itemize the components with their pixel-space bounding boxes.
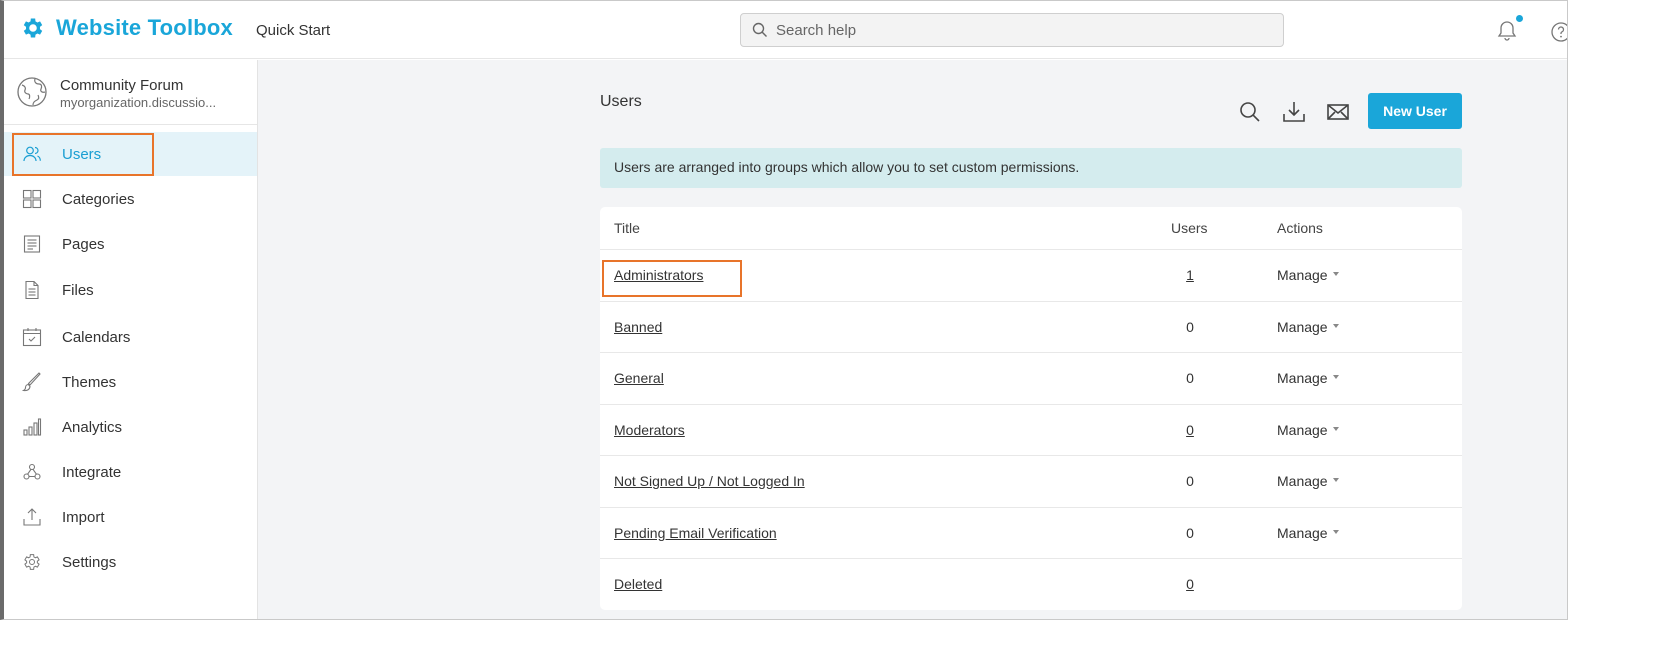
- org-switcher[interactable]: Community Forum myorganization.discussio…: [4, 60, 257, 125]
- user-count: 0: [1186, 524, 1194, 541]
- search-icon[interactable]: [1238, 100, 1262, 124]
- table-row: Pending Email Verification 0 Manage: [600, 506, 1462, 559]
- sidebar-item-label: Calendars: [62, 328, 131, 346]
- search-box[interactable]: [740, 13, 1284, 47]
- help-icon[interactable]: [1550, 21, 1568, 43]
- sidebar-item-calendars[interactable]: Calendars: [4, 315, 257, 359]
- quick-start-link[interactable]: Quick Start: [256, 22, 330, 39]
- group-title-link[interactable]: Deleted: [614, 576, 662, 592]
- manage-label: Manage: [1277, 421, 1328, 438]
- sidebar-item-label: Settings: [62, 553, 117, 571]
- table-row: Administrators 1 Manage: [600, 249, 1462, 301]
- caret-down-icon: [1332, 323, 1339, 328]
- user-count: 0: [1186, 370, 1194, 386]
- table-row: General 0 Manage: [600, 352, 1462, 404]
- group-title-link[interactable]: Banned: [614, 319, 662, 335]
- manage-dropdown[interactable]: Manage: [1277, 473, 1339, 489]
- manage-dropdown[interactable]: Manage: [1277, 525, 1339, 541]
- manage-dropdown[interactable]: Manage: [1277, 319, 1339, 335]
- manage-label: Manage: [1277, 267, 1328, 283]
- brand-logo[interactable]: Website Toolbox: [20, 15, 233, 41]
- caret-down-icon: [1332, 375, 1339, 380]
- gear-icon: [23, 18, 43, 38]
- sidebar-item-integrate[interactable]: Integrate: [4, 450, 257, 494]
- search-icon: [752, 22, 767, 37]
- group-title-link[interactable]: Administrators: [614, 267, 703, 283]
- user-count: 0: [1186, 473, 1194, 489]
- sidebar-item-label: Import: [62, 508, 105, 526]
- sidebar-item-categories[interactable]: Categories: [4, 177, 257, 221]
- manage-label: Manage: [1277, 318, 1328, 335]
- page-icon: [23, 235, 41, 253]
- sidebar-item-files[interactable]: Files: [4, 268, 257, 312]
- table-row: Moderators 0 Manage: [600, 403, 1462, 456]
- sidebar-item-label: Pages: [62, 235, 105, 253]
- bell-icon[interactable]: [1496, 19, 1518, 41]
- caret-down-icon: [1332, 272, 1339, 277]
- app-window: Website Toolbox Quick Start C: [0, 0, 1568, 620]
- table-row: Banned 0 Manage: [600, 300, 1462, 353]
- group-title-link[interactable]: General: [614, 370, 664, 386]
- sidebar-item-themes[interactable]: Themes: [4, 360, 257, 404]
- user-count: 0: [1186, 318, 1194, 335]
- sidebar-item-settings[interactable]: Settings: [4, 540, 257, 584]
- search-input[interactable]: [776, 21, 1256, 39]
- sidebar-item-label: Integrate: [62, 463, 122, 481]
- sidebar: Community Forum myorganization.discussio…: [4, 60, 258, 619]
- top-bar: Website Toolbox Quick Start: [4, 1, 1567, 59]
- info-banner: Users are arranged into groups which all…: [600, 148, 1462, 188]
- group-title-link[interactable]: Pending Email Verification: [614, 525, 777, 541]
- sidebar-item-import[interactable]: Import: [4, 495, 257, 539]
- table-row: Deleted 0: [600, 558, 1462, 610]
- bar-chart-icon: [23, 418, 42, 436]
- manage-dropdown[interactable]: Manage: [1277, 422, 1339, 438]
- sidebar-item-analytics[interactable]: Analytics: [4, 405, 257, 449]
- column-header-actions: Actions: [1277, 220, 1323, 236]
- grid-icon: [22, 189, 42, 209]
- mail-icon[interactable]: [1326, 100, 1350, 124]
- user-count-link[interactable]: 0: [1180, 422, 1200, 438]
- sidebar-item-label: Users: [62, 145, 102, 163]
- sidebar-item-users[interactable]: Users: [4, 132, 257, 176]
- org-url: myorganization.discussio...: [60, 95, 217, 110]
- group-title-link[interactable]: Moderators: [614, 422, 685, 438]
- column-header-title: Title: [614, 220, 640, 236]
- upload-icon: [23, 508, 41, 526]
- sidebar-item-label: Themes: [62, 373, 117, 391]
- user-count-link[interactable]: 1: [1180, 267, 1200, 283]
- brush-icon: [22, 372, 41, 392]
- manage-dropdown[interactable]: Manage: [1277, 370, 1339, 386]
- org-title: Community Forum: [60, 77, 184, 94]
- calendar-icon: [22, 328, 42, 347]
- sidebar-item-label: Files: [62, 281, 94, 299]
- users-icon: [23, 146, 41, 162]
- table-row: Not Signed Up / Not Logged In 0 Manage: [600, 455, 1462, 507]
- manage-label: Manage: [1277, 370, 1328, 386]
- globe-icon: [17, 77, 47, 107]
- sidebar-item-label: Analytics: [62, 418, 123, 436]
- page-title: Users: [600, 93, 642, 110]
- caret-down-icon: [1332, 478, 1339, 483]
- manage-dropdown[interactable]: Manage: [1277, 267, 1339, 283]
- groups-table: Title Users Actions Administrators 1 Man…: [600, 207, 1462, 610]
- notification-dot: [1516, 15, 1523, 22]
- user-count-link[interactable]: 0: [1180, 576, 1200, 592]
- new-user-button[interactable]: New User: [1368, 93, 1462, 129]
- sidebar-item-label: Categories: [62, 190, 135, 208]
- download-icon[interactable]: [1282, 100, 1306, 124]
- main-content: Users New User Users are arranged into g…: [258, 60, 1567, 619]
- caret-down-icon: [1332, 529, 1339, 534]
- manage-label: Manage: [1277, 473, 1328, 489]
- webhook-icon: [23, 463, 41, 480]
- caret-down-icon: [1332, 426, 1339, 431]
- sidebar-item-pages[interactable]: Pages: [4, 222, 257, 266]
- file-icon: [25, 280, 39, 300]
- manage-label: Manage: [1277, 524, 1328, 541]
- column-header-users: Users: [1171, 220, 1208, 236]
- brand-name: Website Toolbox: [56, 15, 233, 40]
- gear-icon: [24, 554, 40, 570]
- group-title-link[interactable]: Not Signed Up / Not Logged In: [614, 473, 805, 489]
